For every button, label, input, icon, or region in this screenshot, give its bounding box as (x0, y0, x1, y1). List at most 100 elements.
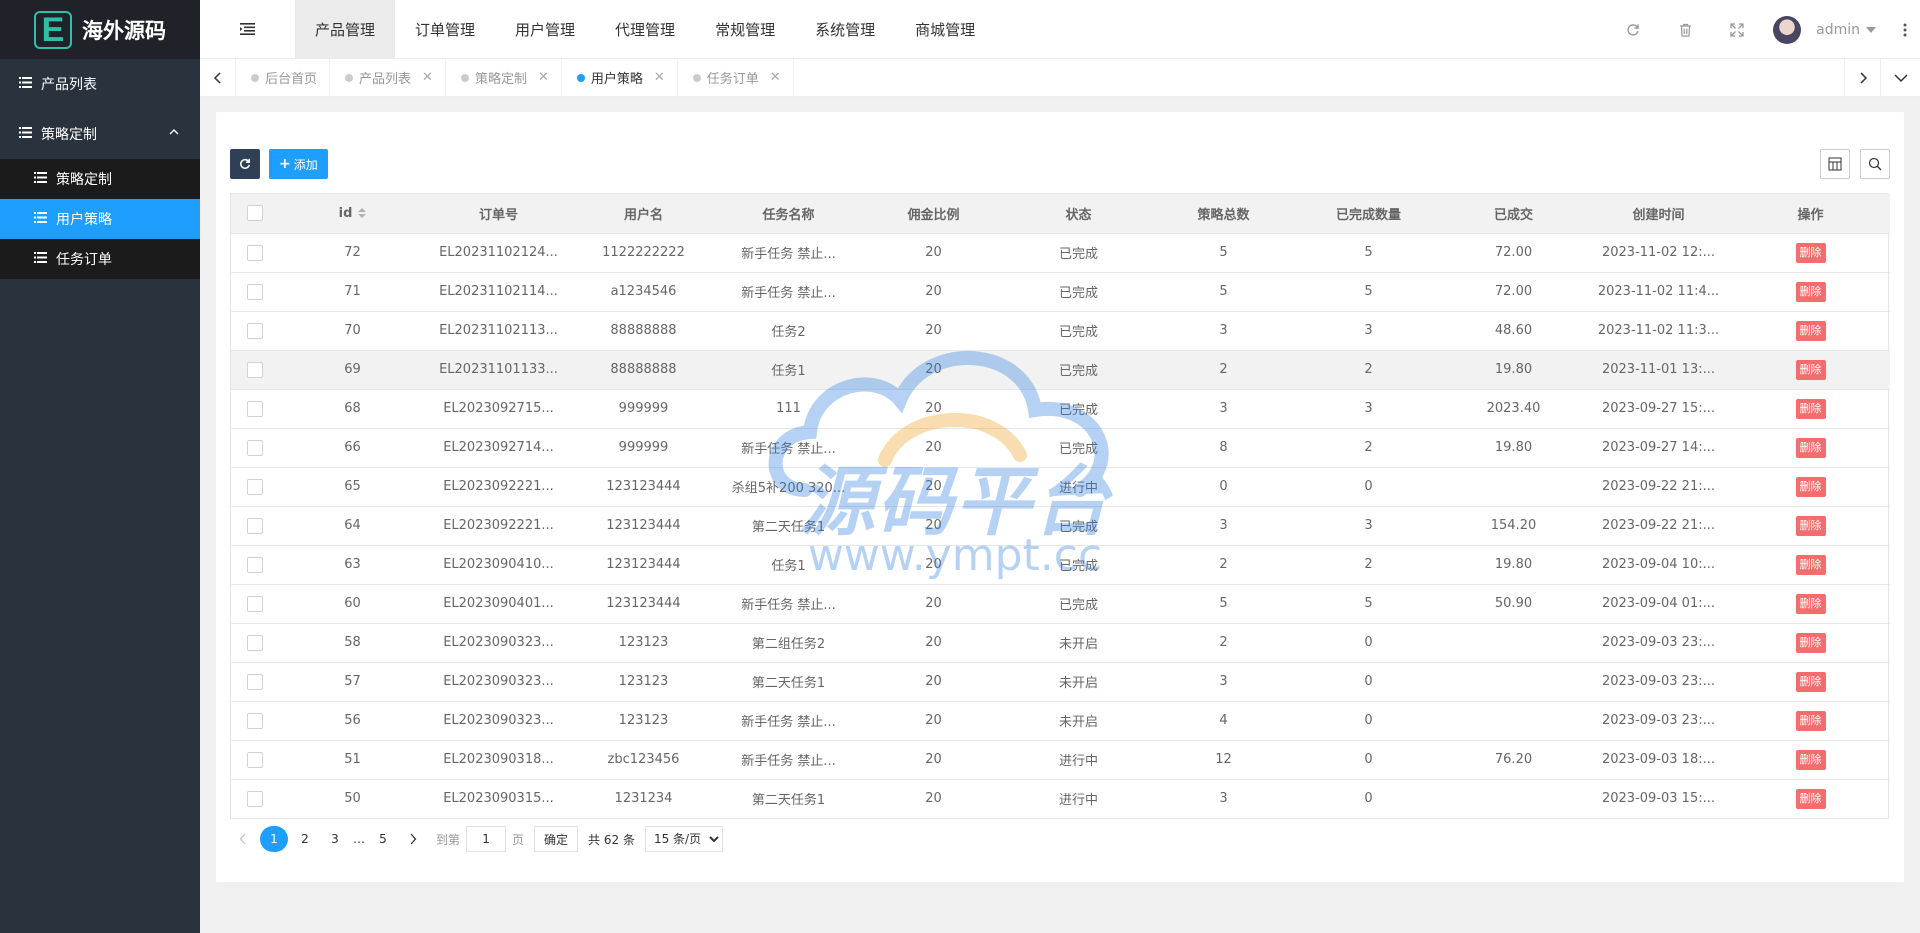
cell-user: a1234546 (571, 272, 716, 312)
table-row[interactable]: 65 EL2023092221... 123123444 杀组5补200 320...… (231, 467, 1890, 507)
delete-button[interactable]: 删除 (1795, 359, 1826, 380)
menu-toggle-icon[interactable] (200, 0, 295, 59)
list-icon (34, 211, 47, 227)
cell-rate: 20 (861, 545, 1006, 585)
goto-confirm-button[interactable]: 确定 (534, 826, 579, 852)
cell-status: 已完成 (1006, 428, 1151, 468)
refresh-icon[interactable] (1607, 0, 1659, 59)
refresh-button[interactable] (230, 149, 260, 179)
page-5[interactable]: 5 (370, 826, 396, 852)
fullscreen-icon[interactable] (1711, 0, 1763, 59)
sidebar-item-strategy[interactable]: 策略定制 (0, 109, 200, 159)
topnav-orders[interactable]: 订单管理 (395, 0, 495, 59)
delete-button[interactable]: 删除 (1795, 398, 1826, 419)
topnav-mall[interactable]: 商城管理 (895, 0, 995, 59)
row-checkbox[interactable] (247, 361, 263, 378)
tab-product-list[interactable]: 产品列表 ✕ (330, 59, 446, 96)
table-row[interactable]: 58 EL2023090323... 123123 第二组任务2 20 未开启 2 0 2023… (231, 623, 1890, 663)
tab-user-strategy[interactable]: 用户策略 ✕ (562, 59, 678, 96)
row-checkbox[interactable] (247, 517, 263, 534)
row-checkbox[interactable] (247, 556, 263, 573)
table-row[interactable]: 70 EL20231102113... 88888888 任务2 20 已完成 3 3 48.6… (231, 311, 1890, 351)
close-icon[interactable]: ✕ (422, 70, 433, 85)
table-row[interactable]: 60 EL2023090401... 123123444 新手任务 禁止... 20 已完… (231, 584, 1890, 624)
delete-button[interactable]: 删除 (1795, 476, 1826, 497)
sidebar-item-user-strategy[interactable]: 用户策略 (0, 199, 200, 239)
prev-page-icon[interactable] (230, 826, 256, 852)
more-vertical-icon[interactable] (1890, 0, 1920, 59)
col-header-id[interactable]: id (279, 194, 426, 234)
goto-page-input[interactable] (466, 826, 507, 852)
top-nav: 产品管理 订单管理 用户管理 代理管理 常规管理 系统管理 商城管理 (295, 0, 995, 59)
tabs-menu-chevron-down-icon[interactable] (1880, 59, 1920, 96)
sidebar-item-strategy-custom[interactable]: 策略定制 (0, 159, 200, 199)
tabs-scroll-right-icon[interactable] (1844, 59, 1880, 96)
page-2[interactable]: 2 (292, 826, 318, 852)
table-row[interactable]: 69 EL20231101133... 88888888 任务1 20 已完成 2 2 19.8… (231, 350, 1890, 390)
topnav-system[interactable]: 系统管理 (795, 0, 895, 59)
delete-button[interactable]: 删除 (1795, 671, 1826, 692)
tab-home[interactable]: 后台首页 (236, 59, 331, 96)
table-row[interactable]: 63 EL2023090410... 123123444 任务1 20 已完成 2 2 19.8… (231, 545, 1890, 585)
row-checkbox[interactable] (247, 283, 263, 300)
sort-icon[interactable] (358, 208, 367, 219)
delete-button[interactable]: 删除 (1795, 710, 1826, 731)
next-page-icon[interactable] (400, 826, 426, 852)
trash-icon[interactable] (1659, 0, 1711, 59)
row-checkbox[interactable] (247, 322, 263, 339)
close-icon[interactable]: ✕ (770, 70, 781, 85)
row-checkbox[interactable] (247, 478, 263, 495)
delete-button[interactable]: 删除 (1795, 281, 1826, 302)
row-checkbox[interactable] (247, 244, 263, 261)
add-button[interactable]: + 添加 (269, 149, 328, 179)
row-checkbox[interactable] (247, 712, 263, 729)
page-size-select[interactable]: 15 条/页 (644, 826, 723, 852)
delete-button[interactable]: 删除 (1795, 320, 1826, 341)
logo[interactable]: E 海外源码 (0, 0, 200, 59)
table-row[interactable]: 71 EL20231102114... a1234546 新手任务 禁止... 20 已完… (231, 272, 1890, 312)
table-row[interactable]: 56 EL2023090323... 123123 新手任务 禁止... 20 未开启 4 0… (231, 701, 1890, 741)
topnav-product[interactable]: 产品管理 (295, 0, 396, 59)
table-row[interactable]: 51 EL2023090318... zbc123456 新手任务 禁止... 20 进行… (231, 740, 1890, 780)
delete-button[interactable]: 删除 (1795, 749, 1826, 770)
tabs-scroll-left-icon[interactable] (200, 59, 236, 96)
select-all-checkbox[interactable] (247, 205, 263, 222)
row-checkbox[interactable] (247, 634, 263, 651)
table-row[interactable]: 64 EL2023092221... 123123444 第二天任务1 20 已完成 3 3 1… (231, 506, 1890, 546)
topnav-general[interactable]: 常规管理 (695, 0, 795, 59)
delete-button[interactable]: 删除 (1795, 437, 1826, 458)
delete-button[interactable]: 删除 (1795, 788, 1826, 809)
page-3[interactable]: 3 (322, 826, 348, 852)
delete-button[interactable]: 删除 (1795, 593, 1826, 614)
columns-filter-button[interactable] (1820, 149, 1850, 179)
row-checkbox[interactable] (247, 673, 263, 690)
cell-id: 72 (279, 233, 426, 273)
table-row[interactable]: 50 EL2023090315... 1231234 第二天任务1 20 进行中 3 0 202… (231, 779, 1890, 818)
row-checkbox[interactable] (247, 400, 263, 417)
table-row[interactable]: 72 EL20231102124... 1122222222 新手任务 禁止... 20… (231, 233, 1890, 273)
table-row[interactable]: 57 EL2023090323... 123123 第二天任务1 20 未开启 3 0 2023… (231, 662, 1890, 702)
tab-strategy[interactable]: 策略定制 ✕ (446, 59, 562, 96)
close-icon[interactable]: ✕ (654, 70, 665, 85)
topnav-agents[interactable]: 代理管理 (595, 0, 695, 59)
row-checkbox[interactable] (247, 439, 263, 456)
delete-button[interactable]: 删除 (1795, 242, 1826, 263)
delete-button[interactable]: 删除 (1795, 515, 1826, 536)
page-1[interactable]: 1 (260, 826, 288, 852)
search-button[interactable] (1860, 149, 1890, 179)
topnav-users[interactable]: 用户管理 (495, 0, 595, 59)
table-row[interactable]: 68 EL2023092715... 999999 111 20 已完成 3 3 2023.40… (231, 389, 1890, 429)
list-icon (34, 171, 47, 187)
table-row[interactable]: 66 EL2023092714... 999999 新手任务 禁止... 20 已完成 8 2… (231, 428, 1890, 468)
sidebar-item-product-list[interactable]: 产品列表 (0, 59, 200, 109)
row-checkbox[interactable] (247, 595, 263, 612)
sidebar-item-task-orders[interactable]: 任务订单 (0, 239, 200, 279)
delete-button[interactable]: 删除 (1795, 632, 1826, 653)
cell-total: 3 (1219, 791, 1228, 807)
delete-button[interactable]: 删除 (1795, 554, 1826, 575)
tab-task-orders[interactable]: 任务订单 ✕ (678, 59, 794, 96)
row-checkbox[interactable] (247, 790, 263, 807)
row-checkbox[interactable] (247, 751, 263, 768)
user-menu[interactable]: admin (1763, 15, 1890, 44)
close-icon[interactable]: ✕ (538, 70, 549, 85)
